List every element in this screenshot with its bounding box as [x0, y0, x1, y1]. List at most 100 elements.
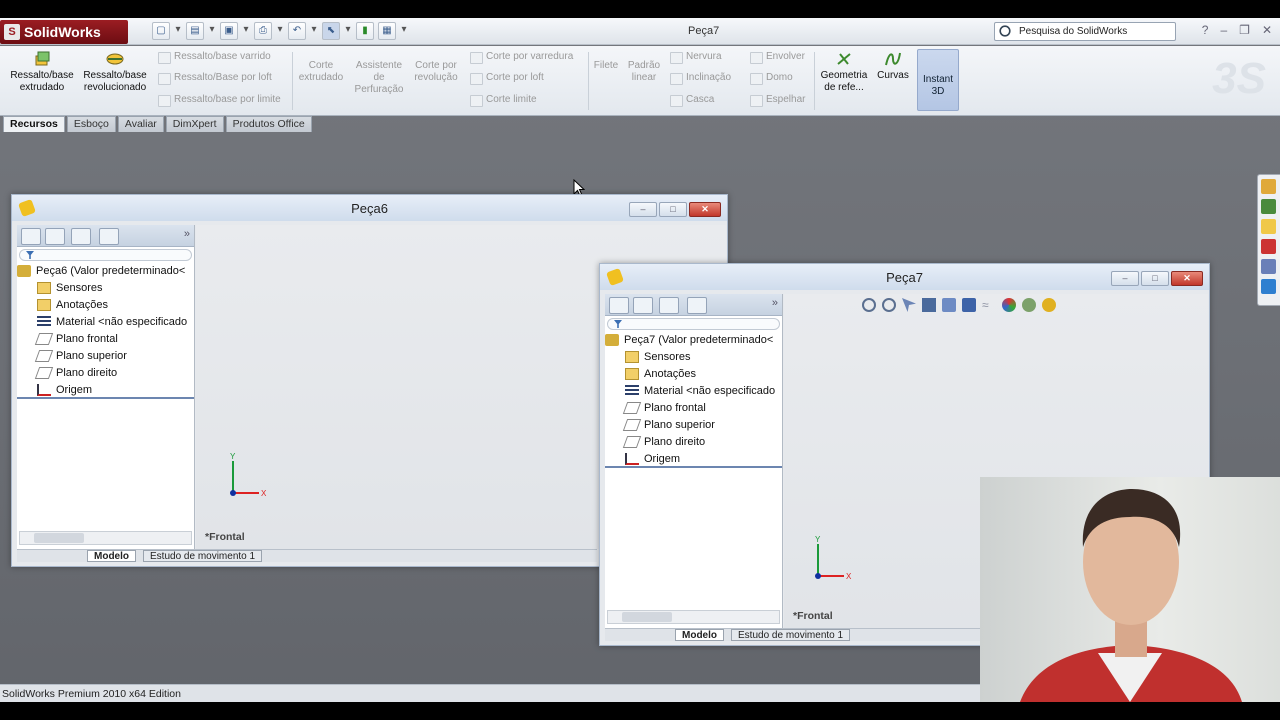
curves-button[interactable]: Curvas [874, 50, 912, 82]
hide-show-items-icon[interactable]: ≈ [982, 298, 996, 312]
undo-icon[interactable]: ↶ [288, 22, 306, 40]
restore-icon[interactable]: ❐ [1239, 23, 1250, 37]
swept-cut-button[interactable]: Corte por varredura [468, 50, 573, 64]
fillet-button[interactable]: Filete [592, 60, 620, 72]
dome-button[interactable]: Domo [748, 71, 793, 85]
tree-item-anotacoes[interactable]: Anotações [17, 297, 194, 314]
tab-esboco[interactable]: Esboço [66, 116, 116, 132]
filter-field[interactable] [19, 249, 192, 261]
scrollbar-thumb[interactable] [622, 612, 672, 622]
horizontal-scrollbar[interactable] [607, 610, 780, 624]
print-icon[interactable]: ⎙ [254, 22, 272, 40]
loft-boss-button[interactable]: Ressalto/Base por loft [156, 71, 272, 85]
tree-item-plano-direito[interactable]: Plano direito [605, 434, 782, 451]
minimize-icon[interactable]: – [629, 202, 657, 217]
shell-button[interactable]: Casca [668, 93, 714, 107]
tree-item-plano-frontal[interactable]: Plano frontal [17, 331, 194, 348]
save-icon[interactable]: ▣ [220, 22, 238, 40]
mirror-button[interactable]: Espelhar [748, 93, 805, 107]
dimxpert-manager-tab-icon[interactable] [99, 228, 119, 245]
tab-dimxpert[interactable]: DimXpert [165, 116, 224, 132]
boundary-boss-button[interactable]: Ressalto/base por limite [156, 93, 281, 107]
extrude-boss-button[interactable]: Ressalto/base extrudado [8, 50, 76, 94]
property-manager-tab-icon[interactable] [633, 297, 653, 314]
rebuild-icon[interactable]: ▮ [356, 22, 374, 40]
hole-wizard-button[interactable]: Assistente de Perfuração [352, 60, 406, 96]
revolve-boss-button[interactable]: Ressalto/base revolucionado [80, 50, 150, 94]
section-view-icon[interactable] [922, 298, 936, 312]
open-folder-icon[interactable]: ▤ [186, 22, 204, 40]
design-library-icon[interactable] [1261, 199, 1276, 214]
tab-avaliar[interactable]: Avaliar [117, 116, 164, 132]
dropdown-icon[interactable]: ▾ [400, 22, 408, 40]
instant3d-button[interactable]: Instant 3D [917, 49, 959, 111]
appearances-icon[interactable] [1261, 259, 1276, 274]
feature-tree-tab-icon[interactable] [21, 228, 41, 245]
wrap-button[interactable]: Envolver [748, 50, 805, 64]
close-icon[interactable]: ✕ [689, 202, 721, 217]
tree-item-sensores[interactable]: Sensores [17, 280, 194, 297]
configuration-manager-tab-icon[interactable] [659, 297, 679, 314]
expand-chevron-icon[interactable]: » [772, 297, 778, 309]
tree-item-plano-superior[interactable]: Plano superior [605, 417, 782, 434]
configuration-manager-tab-icon[interactable] [71, 228, 91, 245]
extruded-cut-button[interactable]: Corte extrudado [296, 60, 346, 84]
tree-item-origem[interactable]: Origem [17, 382, 194, 399]
edit-appearance-icon[interactable] [1002, 298, 1016, 312]
minimize-icon[interactable]: – [1111, 271, 1139, 286]
tree-root[interactable]: Peça6 (Valor predeterminado< [17, 263, 194, 280]
lofted-cut-button[interactable]: Corte por loft [468, 71, 544, 85]
horizontal-scrollbar[interactable] [19, 531, 192, 545]
property-manager-tab-icon[interactable] [45, 228, 65, 245]
boundary-cut-button[interactable]: Corte limite [468, 93, 537, 107]
maximize-icon[interactable]: □ [1141, 271, 1169, 286]
tree-item-plano-direito[interactable]: Plano direito [17, 365, 194, 382]
rib-button[interactable]: Nervura [668, 50, 722, 64]
select-pointer-icon[interactable]: ⬉ [322, 22, 340, 40]
tree-item-origem[interactable]: Origem [605, 451, 782, 468]
new-document-icon[interactable]: ▢ [152, 22, 170, 40]
display-style-icon[interactable] [962, 298, 976, 312]
reference-geometry-button[interactable]: Geometria de refe... [818, 50, 870, 94]
window-title-bar[interactable]: Peça7 – □ ✕ [600, 264, 1209, 290]
apply-scene-icon[interactable] [1022, 298, 1036, 312]
dropdown-icon[interactable]: ▾ [208, 22, 216, 40]
tab-estudo-movimento[interactable]: Estudo de movimento 1 [143, 550, 263, 562]
scrollbar-thumb[interactable] [34, 533, 84, 543]
expand-chevron-icon[interactable]: » [184, 228, 190, 240]
filter-field[interactable] [607, 318, 780, 330]
tree-item-plano-superior[interactable]: Plano superior [17, 348, 194, 365]
dimxpert-manager-tab-icon[interactable] [687, 297, 707, 314]
tree-item-material[interactable]: Material <não especificado [17, 314, 194, 331]
options-icon[interactable]: ▦ [378, 22, 396, 40]
feature-tree-tab-icon[interactable] [609, 297, 629, 314]
window-title-bar[interactable]: Peça6 – □ ✕ [12, 195, 727, 221]
file-explorer-icon[interactable] [1261, 219, 1276, 234]
view-settings-icon[interactable] [1042, 298, 1056, 312]
tree-item-sensores[interactable]: Sensores [605, 349, 782, 366]
zoom-to-area-icon[interactable] [882, 298, 896, 312]
close-icon[interactable]: ✕ [1171, 271, 1203, 286]
dropdown-icon[interactable]: ▾ [242, 22, 250, 40]
zoom-to-fit-icon[interactable] [862, 298, 876, 312]
tab-modelo[interactable]: Modelo [675, 629, 724, 641]
tab-modelo[interactable]: Modelo [87, 550, 136, 562]
maximize-icon[interactable]: □ [659, 202, 687, 217]
tree-item-plano-frontal[interactable]: Plano frontal [605, 400, 782, 417]
help-icon[interactable]: ? [1202, 23, 1209, 37]
tab-recursos[interactable]: Recursos [3, 116, 65, 132]
dropdown-icon[interactable]: ▾ [344, 22, 352, 40]
linear-pattern-button[interactable]: Padrão linear [624, 60, 664, 84]
sweep-boss-button[interactable]: Ressalto/base varrido [156, 50, 271, 64]
dropdown-icon[interactable]: ▾ [310, 22, 318, 40]
revolved-cut-button[interactable]: Corte por revolução [410, 60, 462, 84]
view-orientation-icon[interactable] [942, 298, 956, 312]
tree-item-material[interactable]: Material <não especificado [605, 383, 782, 400]
home-icon[interactable] [1261, 179, 1276, 194]
minimize-icon[interactable]: – [1220, 23, 1227, 37]
draft-button[interactable]: Inclinação [668, 71, 731, 85]
view-palette-icon[interactable] [1261, 239, 1276, 254]
dropdown-icon[interactable]: ▾ [276, 22, 284, 40]
search-input[interactable]: Pesquisa do SolidWorks [994, 22, 1176, 41]
dropdown-icon[interactable]: ▾ [174, 22, 182, 40]
